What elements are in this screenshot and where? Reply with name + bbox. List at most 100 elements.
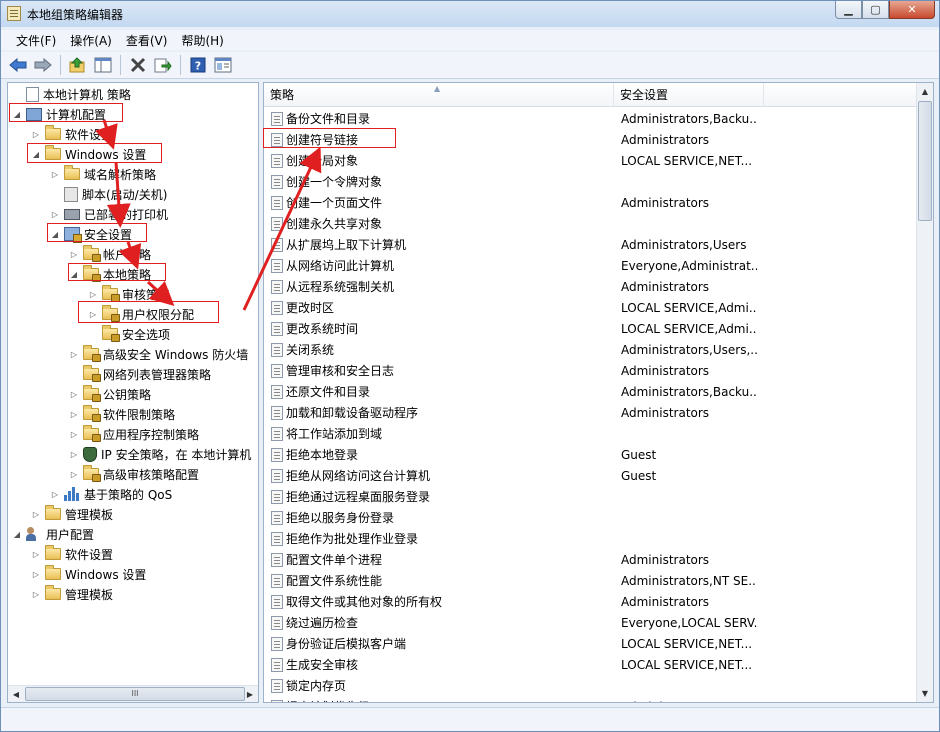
tree-node[interactable]: ◢ 用户配置	[12, 524, 94, 544]
forward-button[interactable]	[32, 54, 54, 76]
scroll-down-icon[interactable]: ▼	[917, 685, 933, 702]
collapsed-triangle-icon[interactable]: ▷	[50, 209, 60, 219]
tree-node[interactable]: 本地计算机 策略	[12, 84, 131, 104]
policy-row[interactable]: 更改时区 LOCAL SERVICE,Admi...	[264, 297, 919, 318]
policy-row[interactable]: 配置文件单个进程 Administrators	[264, 549, 919, 570]
tree-node[interactable]: ▷ 管理模板	[31, 584, 113, 604]
tree-node[interactable]: 脚本(启动/关机)	[50, 184, 167, 204]
policy-row[interactable]: 配置文件系统性能 Administrators,NT SE...	[264, 570, 919, 591]
tree-node[interactable]: ▷ 已部署的打印机	[50, 204, 168, 224]
column-header-empty[interactable]	[764, 83, 917, 107]
collapsed-triangle-icon[interactable]: ▷	[88, 289, 98, 299]
list-vertical-scrollbar[interactable]: ▲ ▼	[916, 83, 933, 702]
policy-row[interactable]: 将工作站添加到域	[264, 423, 919, 444]
delete-button[interactable]	[127, 54, 149, 76]
menu-action[interactable]: 操作(A)	[63, 30, 119, 50]
close-button[interactable]: ✕	[889, 1, 935, 19]
collapsed-triangle-icon[interactable]: ▷	[69, 469, 79, 479]
policy-row[interactable]: 提高计划优先级Administrators	[264, 696, 919, 702]
scroll-right-icon[interactable]: ▶	[242, 686, 258, 702]
tree-node[interactable]: 网络列表管理器策略	[69, 364, 211, 384]
tree-node-windows[interactable]: ◢ Windows 设置	[31, 144, 146, 164]
tree-node[interactable]: ▷ 软件限制策略	[69, 404, 175, 424]
policy-row[interactable]: 拒绝作为批处理作业登录	[264, 528, 919, 549]
policy-row[interactable]: 创建符号链接 Administrators	[264, 129, 919, 150]
policy-row[interactable]: 创建永久共享对象	[264, 213, 919, 234]
tree-pane[interactable]: 本地计算机 策略 ◢ 计算机配置 ▷ 软件设置 ◢ Windows 设置 ▷ 域名解析策略 脚本(…	[7, 82, 259, 703]
policy-row[interactable]: 拒绝从网络访问这台计算机 Guest	[264, 465, 919, 486]
collapsed-triangle-icon[interactable]: ▷	[31, 549, 41, 559]
expanded-triangle-icon[interactable]: ◢	[31, 149, 41, 159]
policy-row[interactable]: 拒绝通过远程桌面服务登录	[264, 486, 919, 507]
scroll-left-icon[interactable]: ◀	[8, 686, 24, 702]
policy-row[interactable]: 管理审核和安全日志 Administrators	[264, 360, 919, 381]
scroll-thumb[interactable]	[918, 101, 932, 221]
policy-row[interactable]: 拒绝以服务身份登录	[264, 507, 919, 528]
tree-node[interactable]: ▷ 应用程序控制策略	[69, 424, 199, 444]
collapsed-triangle-icon[interactable]: ▷	[69, 449, 79, 459]
tree-horizontal-scrollbar[interactable]: ◀ III ▶	[8, 685, 258, 702]
expanded-triangle-icon[interactable]: ◢	[12, 529, 22, 539]
policy-row[interactable]: 拒绝本地登录 Guest	[264, 444, 919, 465]
column-header-security-setting[interactable]: 安全设置	[614, 83, 764, 107]
collapsed-triangle-icon[interactable]: ▷	[31, 129, 41, 139]
policy-row[interactable]: 身份验证后模拟客户端 LOCAL SERVICE,NET...	[264, 633, 919, 654]
collapsed-triangle-icon[interactable]: ▷	[31, 589, 41, 599]
policy-row[interactable]: 从网络访问此计算机 Everyone,Administrat...	[264, 255, 919, 276]
collapsed-triangle-icon[interactable]: ▷	[88, 309, 98, 319]
collapsed-triangle-icon[interactable]: ▷	[69, 389, 79, 399]
collapsed-triangle-icon[interactable]: ▷	[31, 569, 41, 579]
collapsed-triangle-icon[interactable]: ▷	[50, 489, 60, 499]
policy-row[interactable]: 从远程系统强制关机 Administrators	[264, 276, 919, 297]
tree-node[interactable]: ◢ 计算机配置	[12, 104, 106, 124]
minimize-button[interactable]: ▁	[835, 1, 862, 19]
collapsed-triangle-icon[interactable]: ▷	[69, 249, 79, 259]
tree-node[interactable]: ▷ 软件设置	[31, 544, 113, 564]
tree-node[interactable]: ▷ 管理模板	[31, 504, 113, 524]
tree-node[interactable]: ◢ 本地策略	[69, 264, 151, 284]
menu-view[interactable]: 查看(V)	[119, 30, 175, 50]
policy-row[interactable]: 备份文件和目录 Administrators,Backu...	[264, 108, 919, 129]
menu-file[interactable]: 文件(F)	[9, 30, 63, 50]
policy-row[interactable]: 绕过遍历检查 Everyone,LOCAL SERV...	[264, 612, 919, 633]
properties-button[interactable]	[212, 54, 234, 76]
tree-node[interactable]: ▷ 帐户策略	[69, 244, 151, 264]
scroll-thumb[interactable]: III	[25, 687, 245, 701]
policy-list-pane[interactable]: 策略 ▲ 安全设置 备份文件和目录 Administrators,Backu...…	[263, 82, 934, 703]
policy-row[interactable]: 还原文件和目录 Administrators,Backu...	[264, 381, 919, 402]
tree-node[interactable]: ▷ 域名解析策略	[50, 164, 156, 184]
back-button[interactable]	[7, 54, 29, 76]
tree-node[interactable]: ▷ 公钥策略	[69, 384, 151, 404]
policy-row[interactable]: 创建一个令牌对象	[264, 171, 919, 192]
collapsed-triangle-icon[interactable]: ▷	[31, 509, 41, 519]
collapsed-triangle-icon[interactable]: ▷	[69, 429, 79, 439]
policy-row[interactable]: 加载和卸载设备驱动程序 Administrators	[264, 402, 919, 423]
tree-node[interactable]: ▷ 用户权限分配	[88, 304, 194, 324]
policy-row[interactable]: 取得文件或其他对象的所有权 Administrators	[264, 591, 919, 612]
policy-row[interactable]: 创建全局对象 LOCAL SERVICE,NET...	[264, 150, 919, 171]
expanded-triangle-icon[interactable]: ◢	[50, 229, 60, 239]
policy-row[interactable]: 生成安全审核 LOCAL SERVICE,NET...	[264, 654, 919, 675]
tree-node-ip[interactable]: ▷ IP 安全策略，在 本地计算机	[69, 444, 251, 464]
tree-node[interactable]: ▷ 高级审核策略配置	[69, 464, 199, 484]
show-hide-tree-button[interactable]	[92, 54, 114, 76]
tree-node[interactable]: ◢ 安全设置	[50, 224, 132, 244]
policy-row[interactable]: 锁定内存页	[264, 675, 919, 696]
export-list-button[interactable]	[152, 54, 174, 76]
tree-node-windows[interactable]: ▷ Windows 设置	[31, 564, 146, 584]
tree-node[interactable]: 安全选项	[88, 324, 170, 344]
tree-node[interactable]: ▷ 审核策略	[88, 284, 170, 304]
tree-node-windows[interactable]: ▷ 高级安全 Windows 防火墙	[69, 344, 248, 364]
collapsed-triangle-icon[interactable]: ▷	[50, 169, 60, 179]
help-button[interactable]: ?	[187, 54, 209, 76]
policy-row[interactable]: 关闭系统 Administrators,Users,...	[264, 339, 919, 360]
collapsed-triangle-icon[interactable]: ▷	[69, 349, 79, 359]
tree-node-qos[interactable]: ▷ 基于策略的 QoS	[50, 484, 172, 504]
expanded-triangle-icon[interactable]: ◢	[12, 109, 22, 119]
up-level-button[interactable]	[67, 54, 89, 76]
policy-row[interactable]: 创建一个页面文件 Administrators	[264, 192, 919, 213]
expanded-triangle-icon[interactable]: ◢	[69, 269, 79, 279]
menu-help[interactable]: 帮助(H)	[174, 30, 230, 50]
policy-row[interactable]: 更改系统时间 LOCAL SERVICE,Admi...	[264, 318, 919, 339]
scroll-up-icon[interactable]: ▲	[917, 83, 933, 100]
